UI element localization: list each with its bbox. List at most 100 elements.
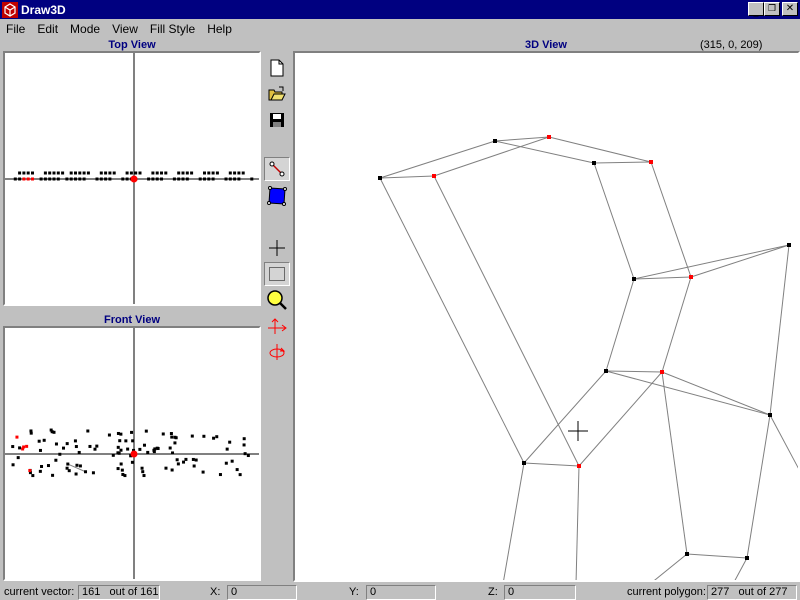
- vertex-marker: [689, 275, 693, 279]
- 3d-view-drawing: [378, 135, 798, 580]
- front-vertex: [168, 446, 172, 450]
- top-vertex: [190, 171, 194, 175]
- minimize-button[interactable]: _: [748, 2, 764, 16]
- menu-edit[interactable]: Edit: [31, 22, 64, 36]
- top-vertex: [155, 177, 159, 181]
- top-vertex: [185, 177, 189, 181]
- select-rect-button[interactable]: [264, 262, 290, 286]
- top-vertex: [172, 177, 176, 181]
- vertex-marker: [378, 176, 382, 180]
- current-vector-value: 161: [82, 586, 101, 598]
- zoom-tool-button[interactable]: [264, 288, 290, 312]
- 3d-view-canvas[interactable]: [293, 51, 800, 582]
- front-vertex: [242, 443, 246, 447]
- front-vertex: [54, 442, 58, 446]
- top-vertex: [147, 177, 151, 181]
- top-vertex: [108, 177, 112, 181]
- front-vertex: [15, 435, 19, 439]
- wire-edge: [523, 462, 580, 467]
- top-vertex: [65, 177, 69, 181]
- front-vertex: [184, 457, 188, 461]
- front-vertex: [174, 436, 178, 440]
- front-vertex: [130, 460, 134, 464]
- front-vertex: [173, 441, 177, 445]
- front-view-canvas[interactable]: [3, 326, 261, 581]
- front-vertex: [16, 456, 20, 460]
- top-vertex: [13, 177, 17, 181]
- crosshair-tool-button[interactable]: [264, 236, 290, 260]
- menu-view[interactable]: View: [106, 22, 144, 36]
- top-vertex: [185, 171, 189, 175]
- top-vertex: [69, 171, 73, 175]
- menu-help[interactable]: Help: [201, 22, 238, 36]
- top-vertex: [129, 171, 133, 175]
- top-vertex: [151, 171, 155, 175]
- top-vertex: [69, 177, 73, 181]
- crosshair-tool-icon: [269, 240, 285, 256]
- wire-edge: [633, 244, 790, 280]
- vertex-marker: [493, 139, 497, 143]
- top-vertex: [82, 177, 86, 181]
- polygon-tool-icon: [267, 186, 287, 206]
- front-vertex: [142, 443, 146, 447]
- top-vertex: [99, 177, 103, 181]
- front-vertex: [130, 430, 134, 434]
- wire-edge: [661, 371, 771, 416]
- menu-file[interactable]: File: [0, 22, 31, 36]
- front-vertex: [116, 445, 120, 449]
- wire-edge: [593, 162, 635, 280]
- top-view-canvas[interactable]: [3, 51, 261, 306]
- front-vertex: [28, 469, 32, 473]
- z-value: 0: [508, 586, 515, 598]
- wire-edge: [578, 371, 663, 467]
- new-file-button[interactable]: [264, 56, 290, 80]
- status-bar: current vector: 161 out of 161 X: 0 Y: 0…: [0, 584, 800, 600]
- save-button[interactable]: [264, 108, 290, 132]
- top-vertex: [48, 177, 52, 181]
- front-vertex: [190, 434, 194, 438]
- front-vertex: [51, 473, 55, 477]
- front-vertex: [194, 458, 198, 462]
- restore-button[interactable]: ❐: [764, 2, 780, 16]
- front-vertex: [61, 446, 65, 450]
- top-vertex: [86, 171, 90, 175]
- top-vertex: [43, 177, 47, 181]
- top-vertex: [82, 171, 86, 175]
- open-file-button[interactable]: [264, 82, 290, 106]
- wire-edge: [734, 557, 748, 580]
- polygon-tool-button[interactable]: [264, 184, 290, 208]
- front-vertex: [131, 439, 135, 443]
- origin-marker: [130, 175, 138, 183]
- front-vertex: [182, 460, 186, 464]
- menu-mode[interactable]: Mode: [64, 22, 106, 36]
- wire-edge: [593, 161, 652, 164]
- wire-edge: [379, 177, 525, 464]
- wire-edge: [605, 370, 663, 373]
- top-vertex: [203, 171, 206, 175]
- top-vertex: [78, 171, 82, 175]
- top-vertex: [237, 171, 241, 175]
- front-vertex: [140, 466, 144, 470]
- top-vertex: [233, 171, 237, 175]
- edge-tool-button[interactable]: [264, 157, 290, 181]
- front-vertex: [107, 433, 111, 437]
- rotate-tool-button[interactable]: [264, 340, 290, 364]
- menu-fill-style[interactable]: Fill Style: [144, 22, 201, 36]
- top-vertex: [177, 177, 181, 181]
- top-vertex: [164, 171, 168, 175]
- top-vertex: [52, 177, 56, 181]
- wire-edge: [548, 136, 652, 163]
- vertex-marker: [592, 161, 596, 165]
- front-vertex: [142, 474, 146, 478]
- front-vertex: [116, 431, 120, 435]
- top-vertex: [224, 177, 228, 181]
- front-vertex: [38, 448, 42, 452]
- front-vertex: [22, 445, 26, 449]
- current-polygon-value: 277: [711, 586, 730, 598]
- wire-edge: [690, 244, 790, 278]
- move-tool-button[interactable]: [264, 314, 290, 338]
- close-button[interactable]: ✕: [782, 2, 798, 16]
- vertex-marker: [787, 243, 791, 247]
- move-axis-icon: [268, 318, 287, 334]
- top-vertex: [26, 171, 30, 175]
